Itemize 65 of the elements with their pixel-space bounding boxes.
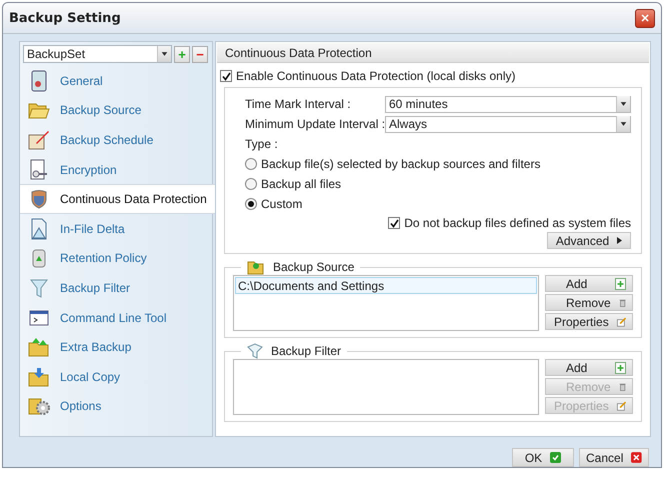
gear-folder-icon xyxy=(28,396,50,416)
pencil-note-icon xyxy=(28,130,50,150)
remove-set-button[interactable]: − xyxy=(192,46,208,62)
sidebar-item[interactable]: Backup Filter xyxy=(20,273,212,303)
sidebar-item[interactable]: In-File Delta xyxy=(20,214,212,244)
document-icon xyxy=(30,218,48,240)
sidebar-item[interactable]: Options xyxy=(20,392,212,422)
dropdown-caret-icon xyxy=(616,96,630,112)
list-action-button[interactable]: Remove xyxy=(545,294,633,311)
document-icon xyxy=(30,70,48,92)
shield-icon xyxy=(30,189,48,210)
edit-icon xyxy=(616,400,626,412)
list-action-button[interactable]: Add xyxy=(545,359,633,376)
trash-icon xyxy=(618,296,626,308)
ok-button[interactable]: OK xyxy=(512,448,574,467)
folder-icon xyxy=(247,259,265,275)
interval-dropdown[interactable]: 60 minutes xyxy=(385,96,631,112)
terminal-window-icon xyxy=(29,308,49,327)
backup-set-dropdown[interactable]: BackupSet xyxy=(23,45,172,63)
trash-icon xyxy=(618,380,626,392)
funnel-icon xyxy=(247,343,263,359)
field-label: Time Mark Interval : xyxy=(245,97,352,111)
type-label: Type : xyxy=(245,137,278,151)
recycle-bin-icon xyxy=(31,248,47,268)
type-radio[interactable]: Custom xyxy=(245,194,631,214)
cancel-button[interactable]: Cancel xyxy=(579,448,649,467)
sidebar-item[interactable]: Continuous Data Protection xyxy=(20,184,215,214)
interval-dropdown[interactable]: Always xyxy=(385,116,631,132)
close-icon xyxy=(631,452,642,463)
type-radio[interactable]: Backup all files xyxy=(245,174,631,194)
type-radio[interactable]: Backup file(s) selected by backup sources and filters xyxy=(245,154,631,174)
list-action-button[interactable]: Add xyxy=(545,275,633,292)
sidebar-item[interactable]: Local Copy xyxy=(20,362,212,392)
dropdown-caret-icon xyxy=(157,46,171,62)
funnel-icon xyxy=(30,278,48,298)
folder-icon xyxy=(28,101,50,120)
folder-download-icon xyxy=(28,366,50,387)
sidebar-item[interactable]: Retention Policy xyxy=(20,244,212,274)
checkmark-icon xyxy=(222,72,230,80)
add-file-icon xyxy=(615,362,626,374)
check-icon xyxy=(550,452,562,463)
sidebar-item[interactable]: Backup Schedule xyxy=(20,125,212,155)
field-label: Minimum Update Interval : xyxy=(245,117,385,131)
window-title: Backup Setting xyxy=(9,10,121,26)
folder-upload-icon xyxy=(28,337,50,358)
edit-icon xyxy=(616,316,626,328)
close-button[interactable]: ✕ xyxy=(635,8,655,28)
system-files-checkbox[interactable]: Do not backup files defined as system files xyxy=(388,214,631,232)
list-entry[interactable]: C:\Documents and Settings xyxy=(235,277,537,294)
sidebar-item[interactable]: Encryption xyxy=(20,154,212,184)
sidebar-item[interactable]: Extra Backup xyxy=(20,332,212,362)
sidebar-item[interactable]: Command Line Tool xyxy=(20,302,212,332)
checkmark-icon xyxy=(390,218,399,228)
group-title: Backup Filter xyxy=(271,344,342,358)
add-file-icon xyxy=(615,278,626,290)
arrow-right-icon xyxy=(617,237,622,244)
advanced-button[interactable]: Advanced xyxy=(547,232,631,249)
group-title: Backup Source xyxy=(273,260,354,274)
list-action-button[interactable]: Properties xyxy=(545,313,633,330)
key-document-icon xyxy=(29,158,49,181)
panel-title: Continuous Data Protection xyxy=(225,46,372,60)
enable-cdp-checkbox[interactable]: Enable Continuous Data Protection (local disks only) xyxy=(216,64,650,85)
sidebar-item[interactable]: Backup Source xyxy=(20,96,212,126)
dropdown-caret-icon xyxy=(616,116,630,132)
sidebar-item[interactable]: General xyxy=(20,66,212,96)
